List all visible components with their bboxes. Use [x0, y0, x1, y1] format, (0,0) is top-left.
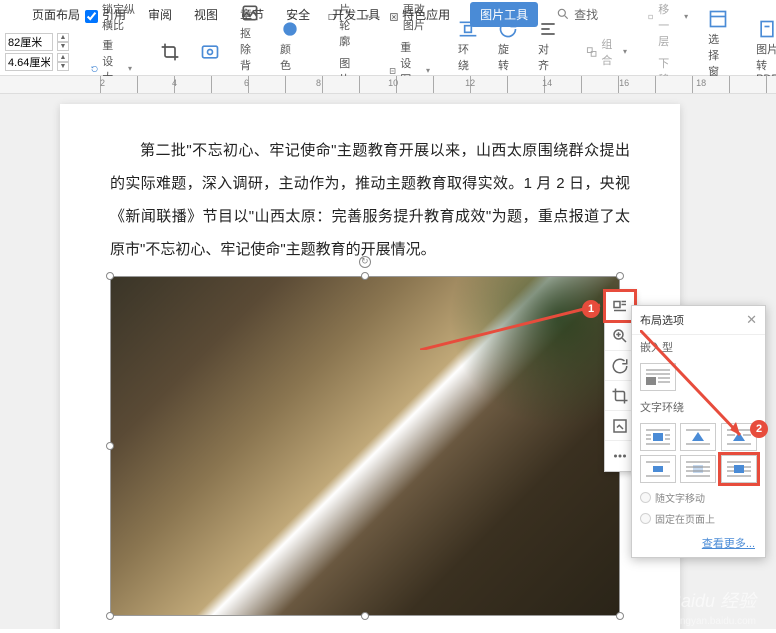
paragraph-1[interactable]: 第二批"不忘初心、牢记使命"主题教育开展以来，山西太原围绕群众提出的实际难题，深…	[110, 134, 630, 266]
reset-icon	[91, 61, 98, 77]
change-pic-button[interactable]: 更改图片	[383, 0, 436, 35]
horizontal-ruler[interactable]: 24681012141618	[0, 76, 776, 94]
crop-icon	[160, 42, 180, 62]
panel-title: 布局选项	[640, 312, 684, 328]
resize-handle-br[interactable]	[616, 612, 624, 620]
group-button[interactable]: 组合▾	[580, 34, 633, 70]
resize-handle-tl[interactable]	[106, 272, 114, 280]
wrap-behind-icon	[684, 459, 712, 479]
up-layer-button[interactable]: 上移一层▾	[641, 0, 694, 51]
height-up[interactable]: ▲	[57, 53, 69, 62]
more-icon	[611, 447, 629, 465]
search-label: 查找	[574, 6, 598, 23]
tab-review[interactable]: 审阅	[146, 2, 174, 27]
move-with-text-radio[interactable]: 随文字移动	[632, 487, 765, 508]
crop-icon	[611, 387, 629, 405]
page[interactable]: 第二批"不忘初心、牢记使命"主题教育开展以来，山西太原围绕群众提出的实际难题，深…	[60, 104, 680, 629]
tab-page-layout[interactable]: 页面布局	[30, 2, 82, 27]
wrap-front[interactable]	[721, 455, 757, 483]
layout-icon	[611, 297, 629, 315]
fix-on-page-radio[interactable]: 固定在页面上	[632, 508, 765, 529]
see-more-link[interactable]: 查看更多...	[632, 529, 765, 557]
width-up[interactable]: ▲	[57, 33, 69, 42]
height-down[interactable]: ▼	[57, 62, 69, 71]
width-down[interactable]: ▼	[57, 42, 69, 51]
align-icon	[538, 19, 558, 39]
wrap-icon	[458, 19, 478, 39]
tab-view[interactable]: 视图	[192, 2, 220, 27]
rotate-handle[interactable]	[359, 256, 371, 268]
wrap-top-bottom[interactable]	[640, 455, 676, 483]
wrap-tb-icon	[644, 459, 672, 479]
height-input[interactable]	[5, 53, 53, 71]
color-icon	[280, 19, 300, 39]
outline-icon	[328, 9, 335, 25]
wrap-behind[interactable]	[680, 455, 716, 483]
group-icon	[586, 44, 597, 60]
crop-button[interactable]	[154, 40, 186, 64]
replace-icon	[611, 417, 629, 435]
outline-button[interactable]: 图片轮廓▾	[322, 0, 375, 51]
callout-badge-1: 1	[582, 300, 600, 318]
close-button[interactable]: ✕	[746, 312, 757, 328]
resize-handle-bm[interactable]	[361, 612, 369, 620]
rotate-icon	[498, 19, 518, 39]
resize-handle-tr[interactable]	[616, 272, 624, 280]
paragraph-2[interactable]: 报道指出，在第二批主题教育中，山西太原着力解决百姓身边	[110, 626, 630, 629]
width-input[interactable]	[5, 33, 53, 51]
screenshot-icon	[200, 42, 220, 62]
annotation-arrow-2	[640, 330, 750, 445]
up-layer-icon	[647, 9, 654, 25]
resize-handle-bl[interactable]	[106, 612, 114, 620]
remove-bg-icon	[240, 3, 260, 23]
resize-handle-ml[interactable]	[106, 442, 114, 450]
dropdown-icon: ▾	[128, 64, 132, 73]
pdf-icon	[757, 19, 776, 39]
screenshot-button[interactable]	[194, 40, 226, 64]
rotate-icon	[611, 357, 629, 375]
zoom-icon	[611, 327, 629, 345]
change-icon	[389, 9, 399, 25]
lock-ratio-checkbox[interactable]: 锁定纵横比	[85, 1, 138, 33]
callout-badge-2: 2	[750, 420, 768, 438]
wrap-front-icon	[725, 459, 753, 479]
sel-pane-icon	[708, 9, 728, 29]
resize-handle-tm[interactable]	[361, 272, 369, 280]
